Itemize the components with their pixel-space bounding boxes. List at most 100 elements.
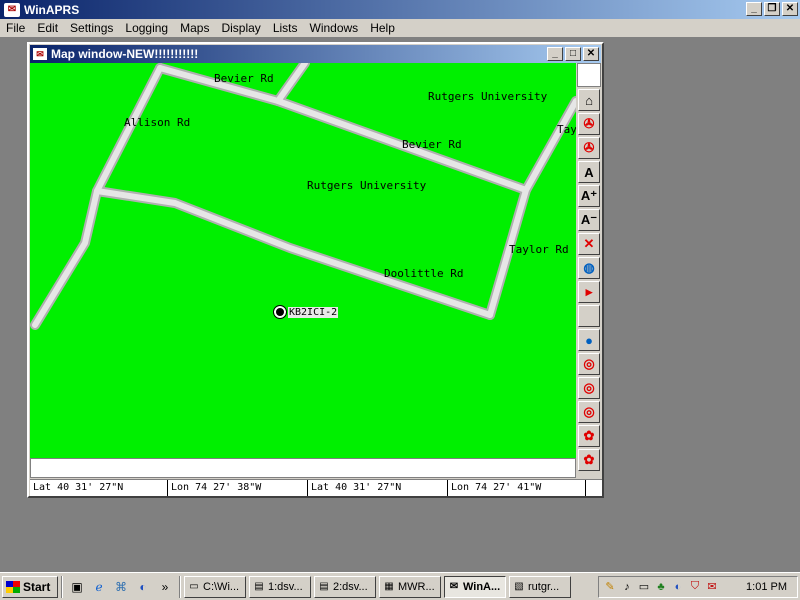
font-smaller-icon: A⁻: [580, 212, 598, 227]
volume-icon[interactable]: ♪: [620, 580, 634, 594]
menu-lists[interactable]: Lists: [267, 21, 304, 35]
network-icon[interactable]: ⌘: [112, 578, 130, 596]
desktop-icon[interactable]: ▣: [68, 578, 86, 596]
target-icon: ◎: [583, 356, 595, 371]
tree-tool-button-2[interactable]: ✿: [578, 449, 600, 471]
taskbar-button-label: C:\Wi...: [203, 580, 240, 593]
document-icon: ▤: [319, 581, 329, 592]
map-window-controls: _ □ ✕: [547, 47, 599, 61]
ie-icon[interactable]: ℯ: [90, 578, 108, 596]
vehicle-alt-icon: ✇: [583, 140, 595, 155]
map-window-title-bar[interactable]: ✉ Map window-NEW!!!!!!!!!!! _ □ ✕: [30, 45, 601, 63]
restore-button[interactable]: ❐: [764, 2, 780, 16]
globe-icon: ◍: [583, 260, 595, 275]
home-tool-button[interactable]: ⌂: [578, 89, 600, 111]
flag-icon: ▸: [585, 284, 593, 299]
minimize-button[interactable]: _: [746, 2, 762, 16]
cancel-icon: ✕: [583, 236, 595, 251]
app-title: WinAPRS: [24, 2, 80, 17]
vehicle-tool-button[interactable]: ✇: [578, 113, 600, 135]
app-title-bar[interactable]: ✉ WinAPRS _ ❐ ✕: [0, 0, 800, 19]
map-command-input[interactable]: [30, 458, 576, 478]
chat-icon[interactable]: ◐: [134, 578, 152, 596]
globe-tool-button[interactable]: ◍: [578, 257, 600, 279]
document-icon: ▤: [254, 581, 264, 592]
road-label-taylor-rd: Taylor Rd: [509, 243, 569, 256]
font-smaller-tool-button[interactable]: A⁻: [578, 209, 600, 231]
road-label-taylor-partial: Tay: [557, 123, 576, 136]
taskbar-button[interactable]: ▭ C:\Wi...: [184, 575, 246, 598]
status-lon-2: Lon 74 27' 41"W: [448, 480, 586, 496]
map-canvas[interactable]: Bevier Rd Rutgers University Allison Rd …: [30, 63, 576, 458]
start-button[interactable]: Start: [2, 575, 58, 598]
map-window-title: Map window-NEW!!!!!!!!!!!: [51, 47, 199, 61]
balloon-tool-button[interactable]: ●: [578, 329, 600, 351]
quick-launch-more-button[interactable]: »: [156, 578, 174, 596]
menu-display[interactable]: Display: [215, 21, 266, 35]
target-tool-button[interactable]: ◎: [578, 353, 600, 375]
map-close-button[interactable]: ✕: [583, 47, 599, 61]
aprs-logo-icon[interactable]: ✉: [705, 580, 719, 594]
aprs-logo-icon: ✉: [4, 2, 20, 17]
map-maximize-button[interactable]: □: [565, 47, 581, 61]
toolbar-blank: [577, 63, 601, 87]
road-label-bevier-rd: Bevier Rd: [214, 72, 274, 85]
chat-icon[interactable]: ◐: [671, 580, 685, 594]
road-label-allison-rd: Allison Rd: [124, 116, 191, 129]
image-icon: ▧: [514, 581, 524, 592]
windows-logo-icon: [6, 580, 20, 593]
blank-tool-button[interactable]: [578, 305, 600, 327]
pen-icon[interactable]: ✎: [603, 580, 617, 594]
taskbar-button-label: MWR...: [398, 580, 435, 593]
map-toolbar: ⌂ ✇ ✇ A A⁺ A⁻ ✕ ◍ ▸ ● ◎ ◎ ◎ ✿ ✿: [577, 63, 601, 483]
aprs-logo-icon: ✉: [33, 48, 47, 60]
menu-settings[interactable]: Settings: [64, 21, 119, 35]
map-minimize-button[interactable]: _: [547, 47, 563, 61]
menu-help[interactable]: Help: [364, 21, 401, 35]
map-window: ✉ Map window-NEW!!!!!!!!!!! _ □ ✕ Bevier…: [27, 42, 604, 498]
start-label: Start: [23, 579, 51, 594]
shield-icon[interactable]: ⛉: [688, 580, 702, 594]
home-icon: ⌂: [585, 92, 593, 108]
status-lat-1: Lat 40 31' 27"N: [30, 480, 168, 496]
taskbar-button[interactable]: ✉ WinA...: [444, 575, 506, 598]
menu-logging[interactable]: Logging: [119, 21, 174, 35]
app-window-controls: _ ❐ ✕: [746, 2, 798, 16]
menu-file[interactable]: File: [0, 21, 31, 35]
folder-icon: ▭: [189, 581, 199, 592]
menu-windows[interactable]: Windows: [304, 21, 365, 35]
target-tool-button-2[interactable]: ◎: [578, 377, 600, 399]
cancel-tool-button[interactable]: ✕: [578, 233, 600, 255]
tree-tool-button[interactable]: ✿: [578, 425, 600, 447]
taskbar-separator: [179, 575, 181, 598]
tree-icon: ✿: [583, 428, 595, 443]
font-tool-button[interactable]: A: [578, 161, 600, 183]
menu-bar: File Edit Settings Logging Maps Display …: [0, 19, 800, 38]
taskbar: Start ▣ ℯ ⌘ ◐ » ▭ C:\Wi... ▤ 1:dsv... ▤ 2:dsv…: [0, 572, 800, 600]
menu-edit[interactable]: Edit: [31, 21, 64, 35]
taskbar-button-label: rutgr...: [528, 580, 560, 593]
status-lon-1: Lon 74 27' 38"W: [168, 480, 308, 496]
station-marker[interactable]: KB2ICI-2: [273, 305, 339, 319]
taskbar-button[interactable]: ▤ 1:dsv...: [249, 575, 311, 598]
place-label-rutgers-university: Rutgers University: [428, 90, 548, 103]
close-button[interactable]: ✕: [782, 2, 798, 16]
target-tool-button-3[interactable]: ◎: [578, 401, 600, 423]
flag-tool-button[interactable]: ▸: [578, 281, 600, 303]
taskbar-button[interactable]: ▦ MWR...: [379, 575, 441, 598]
aprs-logo-icon: ✉: [449, 581, 459, 592]
road-label-bevier-rd-2: Bevier Rd: [402, 138, 462, 151]
balloon-icon: ●: [585, 332, 593, 348]
monitor-icon[interactable]: ▭: [637, 580, 651, 594]
taskbar-button[interactable]: ▤ 2:dsv...: [314, 575, 376, 598]
target-icon-2: ◎: [583, 380, 595, 395]
taskbar-button[interactable]: ▧ rutgr...: [509, 575, 571, 598]
menu-maps[interactable]: Maps: [174, 21, 215, 35]
task-list: ▭ C:\Wi... ▤ 1:dsv... ▤ 2:dsv... ▦ MWR... ✉ WinA.…: [184, 575, 574, 598]
tree-icon[interactable]: ♣: [654, 580, 668, 594]
vehicle-alt-tool-button[interactable]: ✇: [578, 137, 600, 159]
font-larger-tool-button[interactable]: A⁺: [578, 185, 600, 207]
road-label-doolittle-rd: Doolittle Rd: [384, 267, 464, 280]
coordinate-status-bar: Lat 40 31' 27"N Lon 74 27' 38"W Lat 40 3…: [30, 479, 602, 496]
clock: 1:01 PM: [746, 580, 787, 593]
